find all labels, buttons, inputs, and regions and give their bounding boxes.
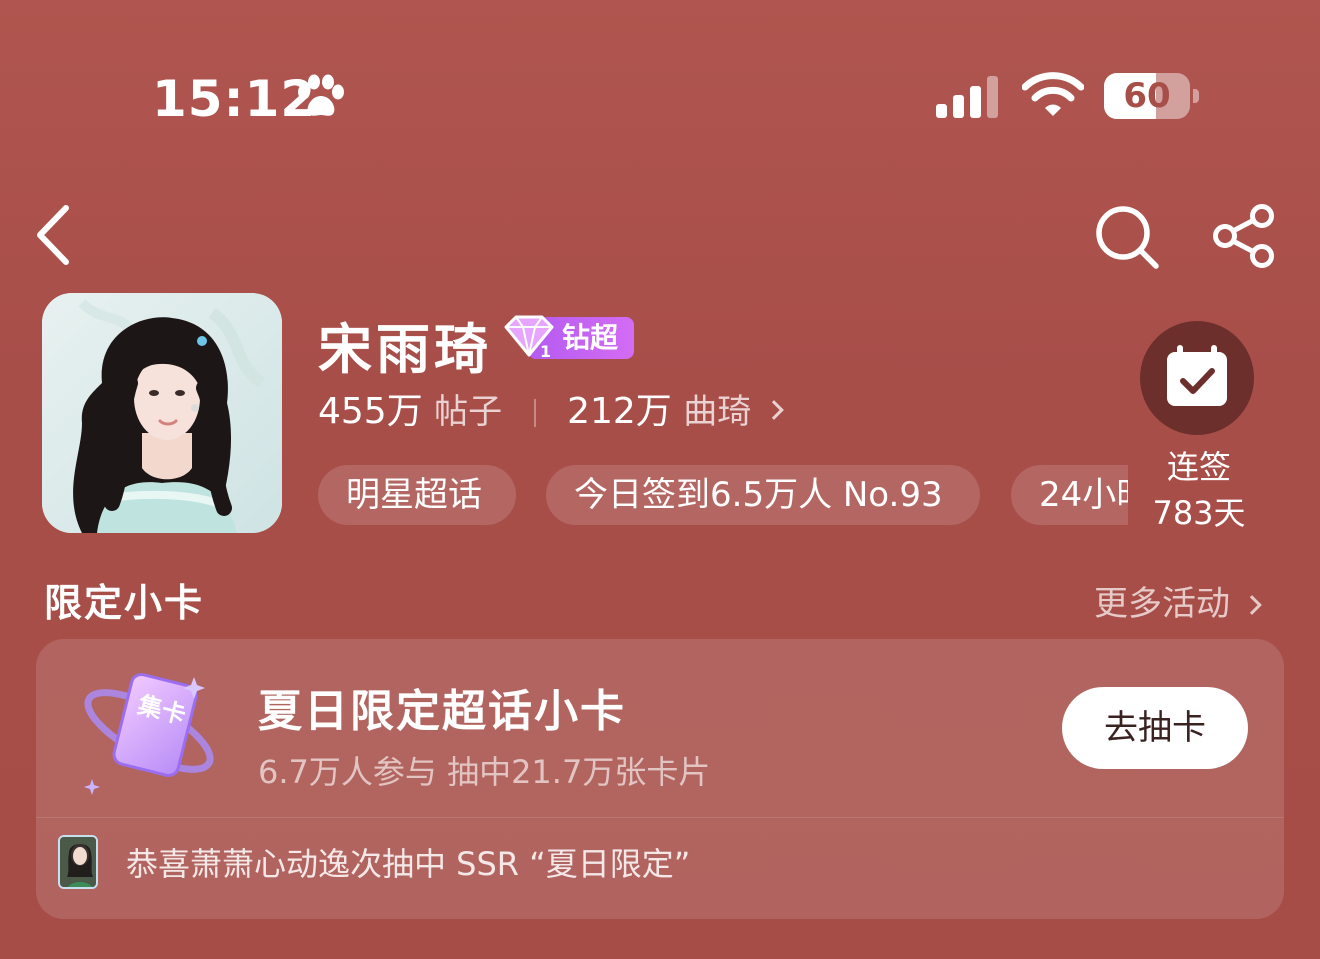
tag-checkin-today[interactable]: 今日签到6.5万人 No.93	[546, 465, 980, 525]
draw-card-button[interactable]: 去抽卡	[1062, 687, 1248, 769]
winner-card-thumbnail	[58, 835, 98, 889]
diamond-super-badge[interactable]: 1 钻超	[500, 313, 634, 361]
badge-label: 钻超	[562, 321, 619, 354]
posts-label: 帖子	[434, 392, 503, 432]
chevron-left-icon[interactable]	[30, 200, 82, 270]
limited-card-panel[interactable]: 集卡 夏日限定超话小卡 6.7万人参与 抽中21.7万张卡片 去抽卡 恭喜萧萧心…	[36, 639, 1284, 919]
card-title: 夏日限定超话小卡	[258, 686, 626, 737]
posts-count: 455万	[318, 391, 423, 432]
chevron-right-icon	[1241, 595, 1262, 615]
status-time: 15:12	[152, 70, 317, 128]
more-activities-link[interactable]: 更多活动	[1094, 576, 1262, 625]
battery-level: 60	[1123, 76, 1171, 116]
section-title: 限定小卡	[44, 581, 205, 625]
card-collection-icon: 集卡	[84, 673, 214, 795]
fans-count[interactable]: 212万	[567, 391, 672, 432]
checkin-button[interactable]	[1140, 321, 1254, 435]
wifi-icon	[1022, 72, 1084, 116]
tag-star-topic[interactable]: 明星超话	[318, 465, 516, 525]
winner-avatar-image	[60, 837, 96, 887]
fans-label[interactable]: 曲琦	[683, 392, 751, 432]
checkin-streak-days: 783天	[1152, 494, 1246, 532]
avatar-portrait-image	[42, 293, 282, 533]
battery-indicator: 60	[1104, 73, 1200, 119]
card-divider	[36, 817, 1284, 818]
battery-tip	[1193, 89, 1199, 103]
more-activities-label: 更多活动	[1094, 584, 1230, 624]
tag-row: 明星超话 今日签到6.5万人 No.93 24小时	[318, 465, 1128, 525]
share-icon[interactable]	[1212, 204, 1278, 268]
profile-name: 宋雨琦	[318, 318, 492, 381]
checkin-label[interactable]: 连签 783天	[1140, 444, 1258, 536]
search-icon[interactable]	[1094, 204, 1160, 270]
diamond-icon: 1	[504, 315, 554, 361]
cellular-signal-icon	[936, 76, 998, 118]
svg-text:1: 1	[540, 342, 551, 361]
paw-icon	[298, 74, 344, 116]
tag-24h[interactable]: 24小时	[1011, 465, 1128, 525]
checkin-label-line1: 连签	[1166, 448, 1231, 486]
stats-divider	[533, 399, 536, 427]
chevron-right-icon[interactable]	[763, 400, 784, 420]
profile-stats: 455万 帖子 212万 曲琦	[318, 390, 784, 434]
winner-announcement: 恭喜萧萧心动逸次抽中 SSR “夏日限定”	[126, 845, 691, 883]
avatar[interactable]	[42, 293, 282, 533]
calendar-check-icon	[1167, 345, 1227, 406]
card-subtitle: 6.7万人参与 抽中21.7万张卡片	[258, 753, 711, 791]
